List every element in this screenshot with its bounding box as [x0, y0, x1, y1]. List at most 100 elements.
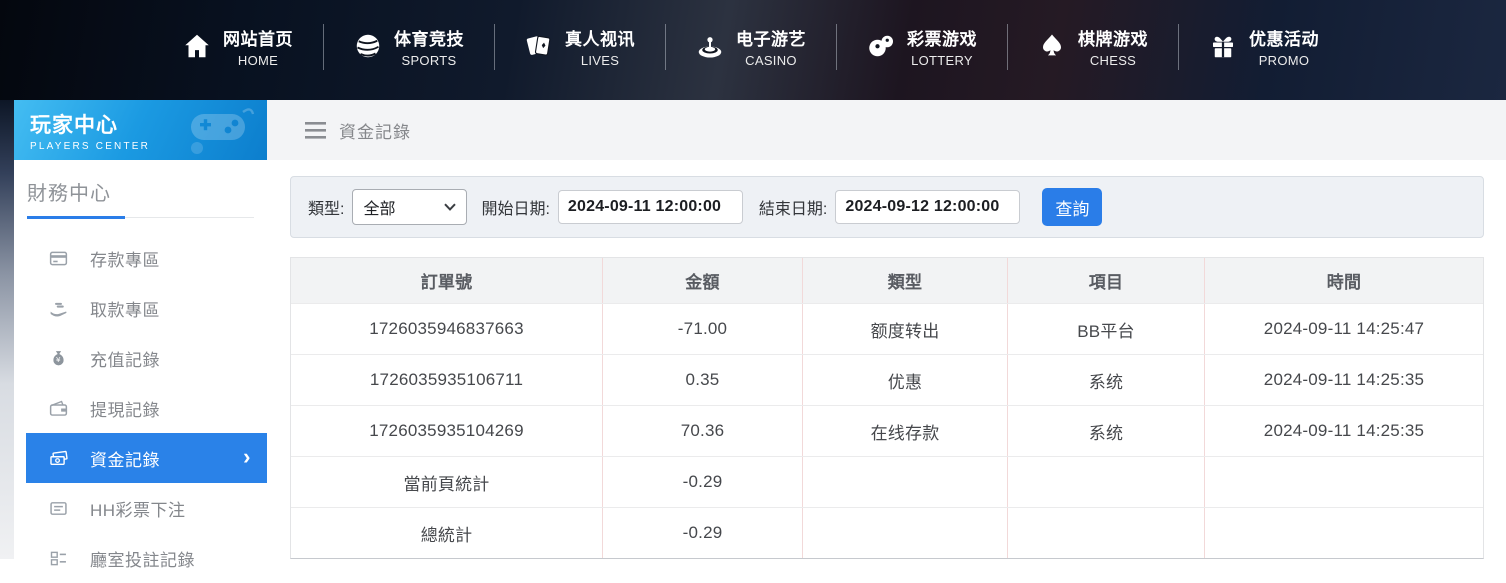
cell-item: 系统 — [1008, 355, 1205, 405]
nav-item-lottery[interactable]: 彩票游戏 LOTTERY — [836, 0, 1007, 92]
sidebar-item-recharge-record[interactable]: ¥ 充值記錄 — [14, 333, 267, 383]
nav-label-en: LOTTERY — [911, 53, 973, 68]
nav-item-chess[interactable]: 棋牌游戏 CHESS — [1007, 0, 1178, 92]
sidebar-item-label: 資金記錄 — [90, 446, 160, 471]
svg-text:¥: ¥ — [56, 355, 61, 364]
nav-label-cn: 网站首页 — [223, 25, 293, 50]
sports-ball-icon — [353, 31, 383, 61]
sidebar-item-label: 取款專區 — [90, 296, 160, 321]
cell-order-no: 1726035935104269 — [291, 406, 603, 456]
cell-time: 2024-09-11 14:25:35 — [1205, 406, 1483, 456]
cell-amount: -0.29 — [603, 457, 803, 507]
cell-order-no: 1726035946837663 — [291, 304, 603, 354]
page: 网站首页 HOME 体育竞技 SPORTS 真人视讯 — [0, 0, 1506, 559]
breadcrumb: 資金記錄 — [267, 100, 1506, 160]
table-row: 1726035935104269 70.36 在线存款 系统 2024-09-1… — [291, 406, 1483, 457]
end-date-label: 結束日期: — [759, 195, 827, 219]
cell-time — [1205, 457, 1483, 507]
sidebar-item-label: HH彩票下注 — [90, 496, 186, 521]
table-header-row: 訂單號 金額 類型 項目 時間 — [291, 258, 1483, 304]
nav-label-cn: 真人视讯 — [565, 25, 635, 50]
table-row: 1726035946837663 -71.00 额度转出 BB平台 2024-0… — [291, 304, 1483, 355]
search-button[interactable]: 查詢 — [1042, 188, 1102, 226]
sidebar: 玩家中心 PLAYERS CENTER 財務中心 存款專區 — [14, 100, 267, 559]
menu-toggle-icon[interactable] — [305, 122, 326, 139]
nav-label-en: PROMO — [1259, 53, 1310, 68]
type-select-value: 全部 — [363, 195, 395, 219]
wallet-icon — [48, 398, 69, 419]
nav-label-en: LIVES — [581, 53, 619, 68]
cell-label: 當前頁統計 — [291, 457, 603, 507]
cell-item: 系统 — [1008, 406, 1205, 456]
sidebar-item-withdraw[interactable]: 取款專區 — [14, 283, 267, 333]
lottery-balls-icon — [866, 31, 896, 61]
column-header-item: 項目 — [1008, 258, 1205, 303]
sidebar-item-label: 提現記錄 — [90, 396, 160, 421]
nav-label-en: HOME — [238, 53, 278, 68]
cell-order-no: 1726035935106711 — [291, 355, 603, 405]
chevron-right-icon: › — [243, 444, 251, 470]
cell-type: 优惠 — [803, 355, 1008, 405]
type-select[interactable]: 全部 — [352, 189, 467, 225]
nav-items: 网站首页 HOME 体育竞技 SPORTS 真人视讯 — [152, 0, 1349, 92]
sidebar-item-label: 充值記錄 — [90, 346, 160, 371]
nav-item-casino[interactable]: 电子游艺 CASINO — [665, 0, 836, 92]
sidebar-item-withdrawal-record[interactable]: 提現記錄 — [14, 383, 267, 433]
cell-amount: -0.29 — [603, 508, 803, 558]
cell-time — [1205, 508, 1483, 558]
sidebar-item-funds-record[interactable]: 資金記錄 › — [26, 433, 267, 483]
nav-item-sports[interactable]: 体育竞技 SPORTS — [323, 0, 494, 92]
cell-time: 2024-09-11 14:25:47 — [1205, 304, 1483, 354]
cell-amount: 70.36 — [603, 406, 803, 456]
nav-label-cn: 彩票游戏 — [907, 25, 977, 50]
column-header-time: 時間 — [1205, 258, 1483, 303]
cell-amount: -71.00 — [603, 304, 803, 354]
chevron-down-icon — [444, 203, 456, 211]
section-underline — [27, 217, 254, 218]
home-icon — [182, 31, 212, 61]
sidebar-section-title: 財務中心 — [14, 160, 267, 217]
sidebar-menu: 存款專區 取款專區 ¥ 充值記錄 提現記錄 — [14, 233, 267, 583]
start-date-input[interactable] — [558, 190, 743, 224]
column-header-order-no: 訂單號 — [291, 258, 603, 303]
end-date-input[interactable] — [835, 190, 1020, 224]
sidebar-item-deposit[interactable]: 存款專區 — [14, 233, 267, 283]
cell-type: 额度转出 — [803, 304, 1008, 354]
sidebar-item-label: 廳室投註記錄 — [90, 546, 195, 571]
page-title: 資金記錄 — [339, 118, 411, 143]
money-bag-icon: ¥ — [48, 348, 69, 369]
nav-item-home[interactable]: 网站首页 HOME — [152, 0, 323, 92]
nav-item-lives[interactable]: 真人视讯 LIVES — [494, 0, 665, 92]
column-header-amount: 金額 — [603, 258, 803, 303]
hand-money-icon — [48, 298, 69, 319]
banknotes-icon — [48, 448, 69, 469]
gift-icon — [1208, 31, 1238, 61]
sidebar-item-hh-lottery-bets[interactable]: HH彩票下注 — [14, 483, 267, 533]
sidebar-item-room-bet-record[interactable]: 廳室投註記錄 — [14, 533, 267, 583]
cell-amount: 0.35 — [603, 355, 803, 405]
column-header-type: 類型 — [803, 258, 1008, 303]
funds-record-table: 訂單號 金額 類型 項目 時間 1726035946837663 -71.00 … — [290, 257, 1484, 559]
start-date-label: 開始日期: — [481, 195, 549, 219]
cell-item — [1008, 508, 1205, 558]
spade-icon — [1037, 31, 1067, 61]
nav-label-en: SPORTS — [401, 53, 456, 68]
table-row: 1726035935106711 0.35 优惠 系统 2024-09-11 1… — [291, 355, 1483, 406]
room-record-icon — [48, 548, 69, 569]
nav-item-promo[interactable]: 优惠活动 PROMO — [1178, 0, 1349, 92]
cell-label: 總統計 — [291, 508, 603, 558]
nav-label-cn: 棋牌游戏 — [1078, 25, 1148, 50]
nav-label-en: CHESS — [1090, 53, 1136, 68]
cell-item: BB平台 — [1008, 304, 1205, 354]
top-nav: 网站首页 HOME 体育竞技 SPORTS 真人视讯 — [0, 0, 1506, 100]
filter-bar: 類型: 全部 開始日期: 結束日期: 查詢 — [290, 176, 1484, 238]
sidebar-item-label: 存款專區 — [90, 246, 160, 271]
playing-cards-icon — [524, 31, 554, 61]
deposit-card-icon — [48, 248, 69, 269]
bet-list-icon — [48, 498, 69, 519]
nav-label-cn: 体育竞技 — [394, 25, 464, 50]
table-row-page-total: 當前頁統計 -0.29 — [291, 457, 1483, 508]
nav-label-cn: 优惠活动 — [1249, 25, 1319, 50]
cell-item — [1008, 457, 1205, 507]
sidebar-header: 玩家中心 PLAYERS CENTER — [14, 100, 267, 160]
